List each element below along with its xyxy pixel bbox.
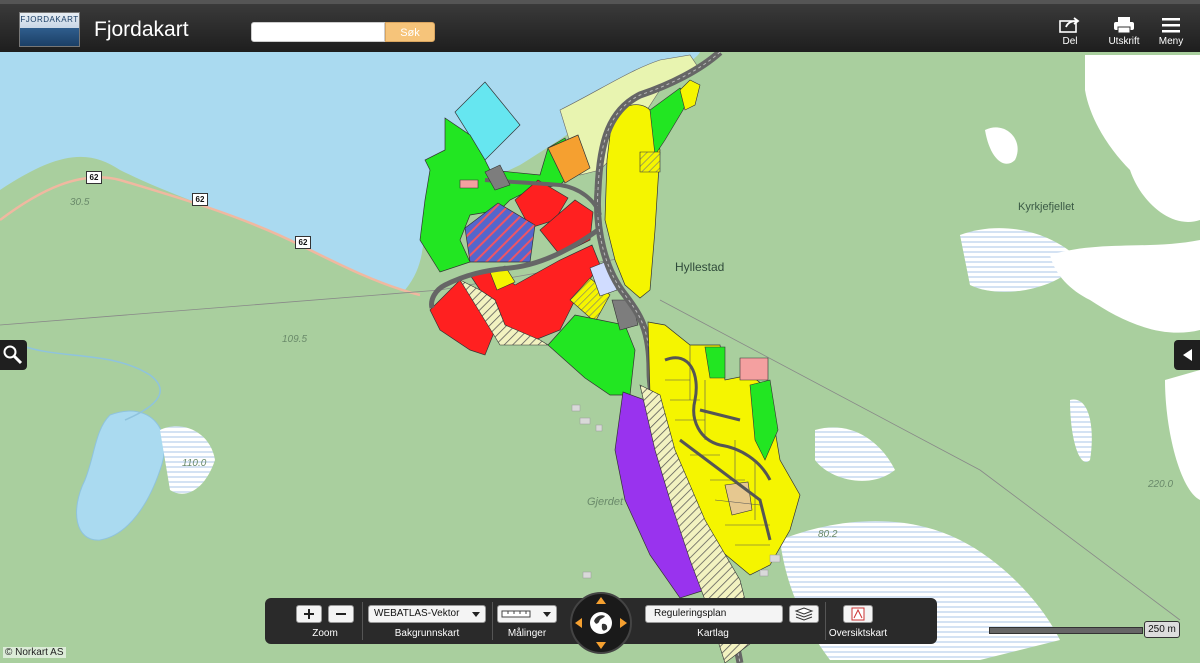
zoom-in-button[interactable] — [296, 605, 322, 623]
overview-button[interactable] — [843, 605, 873, 623]
top-bar: FJORDAKART Fjordakart Søk Del Utskrift M… — [0, 0, 1200, 52]
menu-icon — [1162, 18, 1180, 33]
search-button[interactable]: Søk — [385, 22, 435, 42]
share-button[interactable]: Del — [1048, 16, 1092, 47]
elevation-label: 109.5 — [282, 334, 308, 345]
overview-label: Oversiktskart — [828, 628, 888, 639]
zone-pink-house — [739, 357, 769, 381]
compass-icon — [575, 597, 627, 649]
app-title: Fjordakart — [94, 18, 189, 41]
measure-label: Målinger — [507, 628, 547, 639]
menu-button[interactable]: Meny — [1149, 16, 1193, 47]
scale-label: 250 m — [1144, 621, 1180, 638]
place-kyrkjefjellet: Kyrkjefjellet — [1018, 201, 1075, 213]
search-input[interactable] — [251, 22, 385, 42]
menu-label: Meny — [1158, 36, 1184, 47]
ruler-icon — [501, 610, 531, 618]
measure-select[interactable] — [497, 605, 557, 623]
map-credit: © Norkart AS — [3, 647, 66, 658]
share-icon — [1059, 17, 1080, 33]
place-hyllestad: Hyllestad — [675, 260, 725, 274]
elevation-label: 30.5 — [70, 197, 90, 208]
toolbar-divider — [492, 602, 493, 640]
scale-bar — [989, 627, 1143, 634]
layers-button[interactable] — [789, 605, 819, 623]
measure-group: Målinger — [496, 598, 558, 644]
basemap-value: WEBATLAS-Vektor — [374, 608, 460, 619]
zoom-in-icon — [304, 609, 314, 619]
print-icon — [1114, 17, 1134, 34]
layer-label: Kartlag — [697, 628, 729, 639]
side-search-button[interactable] — [0, 340, 27, 370]
share-label: Del — [1062, 36, 1078, 47]
zoom-out-icon — [336, 613, 346, 615]
layer-group: Reguleringsplan Kartlag — [643, 598, 823, 644]
logo[interactable]: FJORDAKART — [19, 12, 80, 47]
logo-text: FJORDAKART — [20, 15, 79, 24]
search-icon — [3, 345, 23, 365]
overview-map-icon — [851, 607, 865, 621]
zoom-out-button[interactable] — [328, 605, 354, 623]
map-canvas[interactable] — [0, 0, 1200, 663]
zoom-label: Zoom — [312, 628, 338, 639]
elevation-label: 80.2 — [818, 529, 838, 540]
toolbar-divider — [825, 602, 826, 640]
basemap-group: WEBATLAS-Vektor Bakgrunnskart — [366, 598, 488, 644]
toolbar-divider — [362, 602, 363, 640]
pan-compass[interactable] — [570, 592, 632, 654]
map-app: Hyllestad Kyrkjefjellet Gjerdet 30.5 109… — [0, 0, 1200, 663]
print-label: Utskrift — [1108, 36, 1140, 47]
road-number-badge: 62 — [295, 236, 311, 249]
layer-value: Reguleringsplan — [654, 608, 727, 619]
place-gjerdet: Gjerdet — [587, 496, 624, 508]
overview-group: Oversiktskart — [827, 598, 889, 644]
print-button[interactable]: Utskrift — [1102, 16, 1146, 47]
basemap-label: Bakgrunnskart — [394, 628, 460, 639]
chevron-down-icon — [543, 612, 551, 617]
elevation-label: 220.0 — [1148, 479, 1174, 490]
side-panel-toggle[interactable] — [1174, 340, 1200, 370]
zone-pink-small — [459, 179, 479, 189]
chevron-down-icon — [472, 612, 480, 617]
elevation-label: 110.0 — [182, 458, 207, 469]
zone-hatched-yellow-2 — [639, 151, 661, 173]
layers-icon — [794, 607, 814, 621]
layer-select[interactable]: Reguleringsplan — [645, 605, 783, 623]
zoom-group: Zoom — [292, 598, 358, 644]
arrow-left-icon — [1183, 349, 1192, 361]
road-number-badge: 62 — [86, 171, 102, 184]
basemap-select[interactable]: WEBATLAS-Vektor — [368, 605, 486, 623]
road-number-badge: 62 — [192, 193, 208, 206]
